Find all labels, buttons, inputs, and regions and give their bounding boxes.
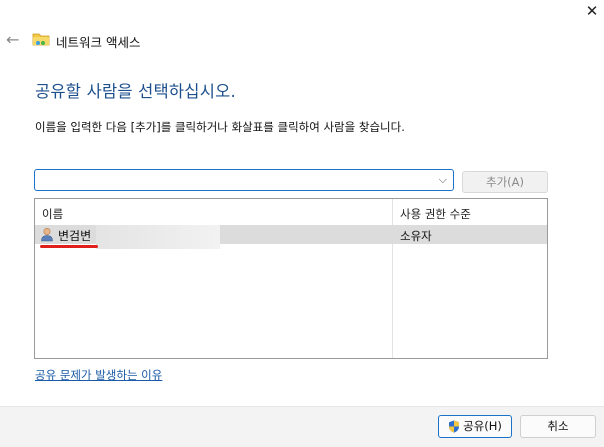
sharing-help-link[interactable]: 공유 문제가 발생하는 이유 xyxy=(35,367,162,383)
add-button[interactable]: 추가(A) xyxy=(462,171,548,193)
name-input[interactable] xyxy=(39,171,438,192)
user-icon xyxy=(41,227,53,242)
column-header-name[interactable]: 이름 xyxy=(42,206,63,222)
chevron-down-icon[interactable]: ⌵ xyxy=(439,173,447,187)
share-button-label: 공유(H) xyxy=(463,419,502,433)
shared-users-list xyxy=(34,198,548,359)
uac-shield-icon xyxy=(449,420,460,433)
name-combobox[interactable]: ⌵ xyxy=(34,169,454,192)
column-header-permission[interactable]: 사용 권한 수준 xyxy=(400,206,471,222)
instruction-text: 이름을 입력한 다음 [추가]를 클릭하거나 화살표를 클릭하여 사람을 찾습니… xyxy=(35,120,405,134)
dialog-footer xyxy=(0,406,604,447)
user-name: 변검변 xyxy=(58,229,92,243)
network-folder-icon xyxy=(32,33,50,46)
close-button[interactable]: ✕ xyxy=(580,0,604,22)
share-button[interactable]: 공유(H) xyxy=(438,415,512,438)
back-button[interactable]: ← xyxy=(6,30,19,49)
permission-level[interactable]: 소유자 xyxy=(400,228,432,244)
redacted-email-area xyxy=(96,225,220,249)
page-heading: 공유할 사람을 선택하십시오. xyxy=(35,82,236,101)
red-underline-annotation xyxy=(40,245,98,248)
column-divider xyxy=(392,199,393,358)
close-icon: ✕ xyxy=(585,2,599,20)
back-arrow-icon: ← xyxy=(6,30,20,49)
window-title: 네트워크 액세스 xyxy=(56,35,141,50)
cancel-button[interactable]: 취소 xyxy=(520,415,596,438)
